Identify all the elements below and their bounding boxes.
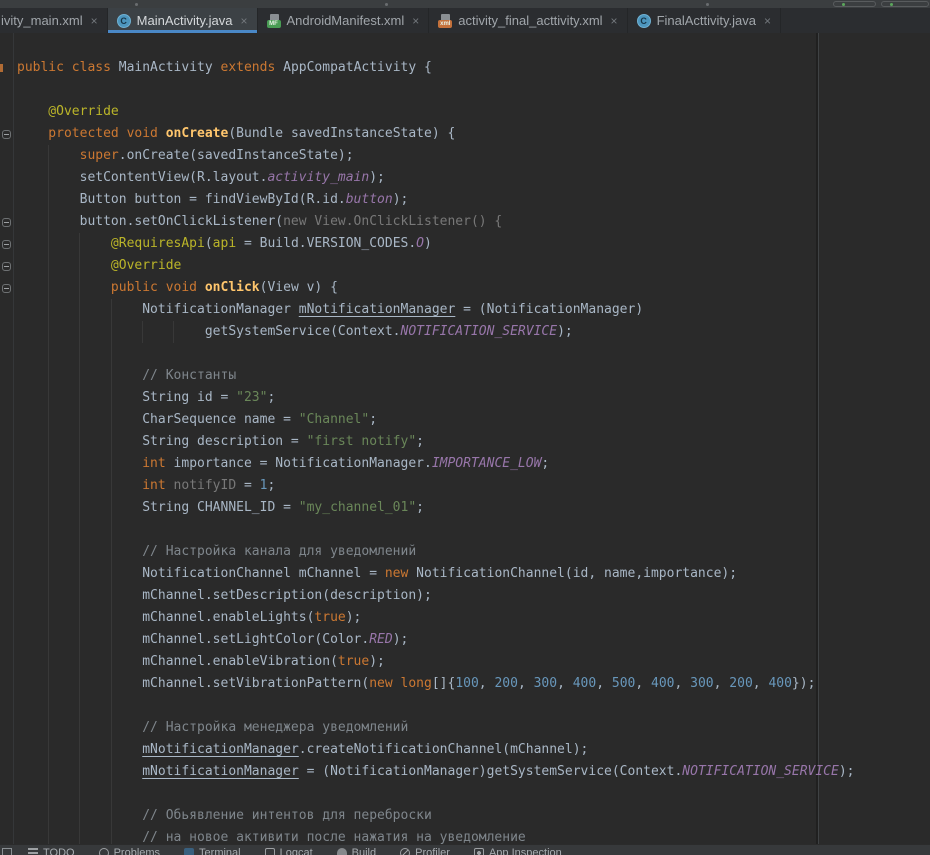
fold-marker[interactable] — [2, 130, 11, 139]
app-inspection-icon — [474, 848, 484, 855]
code-line: mChannel.enableVibration(true); — [17, 651, 930, 673]
fold-marker[interactable] — [2, 218, 11, 227]
code-line: public class MainActivity extends AppCom… — [17, 57, 930, 79]
tab-close-icon[interactable]: × — [412, 15, 419, 27]
tool-window-button-terminal[interactable]: Terminal — [184, 847, 241, 855]
code-line — [17, 79, 930, 101]
code-line: NotificationManager mNotificationManager… — [17, 299, 930, 321]
code-line: NotificationChannel mChannel = new Notif… — [17, 563, 930, 585]
tab-label: FinalActtivity.java — [657, 13, 756, 28]
editor-tab-FinalActtivity.java[interactable]: C FinalActtivity.java × — [628, 8, 781, 33]
tool-window-label: TODO — [43, 847, 75, 855]
layout-file-icon: xml — [438, 14, 452, 28]
code-line: super.onCreate(savedInstanceState); — [17, 145, 930, 167]
code-line: mNotificationManager = (NotificationMana… — [17, 761, 930, 783]
tab-close-icon[interactable]: × — [91, 15, 98, 27]
code-line: @Override — [17, 255, 930, 277]
code-line: mNotificationManager.createNotificationC… — [17, 739, 930, 761]
tab-label: activity_final_acttivity.xml — [458, 13, 602, 28]
code-line — [17, 519, 930, 541]
tool-window-label: Build — [352, 847, 376, 855]
problems-icon — [99, 848, 109, 855]
code-line: int notifyID = 1; — [17, 475, 930, 497]
tab-label: AndroidManifest.xml — [287, 13, 405, 28]
editor-tab-MainActivity.java[interactable]: C MainActivity.java × — [108, 8, 258, 33]
run-status-dot — [842, 3, 845, 6]
toolbar-dot — [385, 3, 388, 6]
code-line — [17, 695, 930, 717]
tab-close-icon[interactable]: × — [764, 15, 771, 27]
tool-window-stub-icon[interactable] — [2, 848, 12, 855]
code-line: button.setOnClickListener(new View.OnCli… — [17, 211, 930, 233]
code-line: int importance = NotificationManager.IMP… — [17, 453, 930, 475]
java-class-icon: C — [117, 14, 131, 28]
java-class-icon: C — [637, 14, 651, 28]
code-line: mChannel.setVibrationPattern(new long[]{… — [17, 673, 930, 695]
tab-bar: ivity_main.xml × C MainActivity.java × MF Andr… — [0, 8, 930, 33]
code-area[interactable]: public class MainActivity extends AppCom… — [14, 33, 930, 844]
tool-window-button-build[interactable]: Build — [337, 847, 376, 855]
tool-window-button-todo[interactable]: TODO — [28, 847, 75, 855]
tool-window-button-logcat[interactable]: Logcat — [265, 847, 313, 855]
bottom-tool-window-bar: TODO Problems Terminal Logcat Build Profiler A… — [0, 844, 930, 855]
build-icon — [337, 848, 347, 855]
tool-window-button-problems[interactable]: Problems — [99, 847, 160, 855]
toolbar-dot — [706, 3, 709, 6]
run-status-dot — [890, 3, 893, 6]
tab-close-icon[interactable]: × — [240, 15, 247, 27]
code-line: mChannel.enableLights(true); — [17, 607, 930, 629]
logcat-icon — [265, 848, 275, 855]
toolbar-dot — [135, 3, 138, 6]
toolbar-button-group[interactable] — [881, 1, 929, 7]
toolbar-button-group[interactable] — [833, 1, 876, 7]
code-line: String id = "23"; — [17, 387, 930, 409]
tool-window-label: Profiler — [415, 847, 450, 855]
fold-marker[interactable] — [2, 240, 11, 249]
fold-marker[interactable] — [2, 284, 11, 293]
code-line: // Константы — [17, 365, 930, 387]
tool-window-label: Logcat — [280, 847, 313, 855]
code-line: mChannel.setLightColor(Color.RED); — [17, 629, 930, 651]
code-line: // Настройка канала для уведомлений — [17, 541, 930, 563]
manifest-file-icon: MF — [267, 14, 281, 28]
tool-window-label: Terminal — [199, 847, 241, 855]
code-line: // на новое активити после нажатия на ув… — [17, 827, 930, 844]
code-line: // Настройка менеджера уведомлений — [17, 717, 930, 739]
editor-tab-AndroidManifest.xml[interactable]: MF AndroidManifest.xml × — [258, 8, 430, 33]
tab-label: MainActivity.java — [137, 13, 233, 28]
editor-tab-activity_final_acttivity.xml[interactable]: xml activity_final_acttivity.xml × — [429, 8, 627, 33]
code-line: getSystemService(Context.NOTIFICATION_SE… — [17, 321, 930, 343]
code-line: String CHANNEL_ID = "my_channel_01"; — [17, 497, 930, 519]
tool-window-button-app-inspection[interactable]: App Inspection — [474, 847, 562, 855]
code-line: String description = "first notify"; — [17, 431, 930, 453]
code-line: public void onClick(View v) { — [17, 277, 930, 299]
code-line: mChannel.setDescription(description); — [17, 585, 930, 607]
terminal-icon — [184, 848, 194, 855]
gutter-class-mark — [0, 64, 3, 72]
code-line: protected void onCreate(Bundle savedInst… — [17, 123, 930, 145]
profiler-icon — [400, 848, 410, 855]
code-line — [17, 783, 930, 805]
code-line: setContentView(R.layout.activity_main); — [17, 167, 930, 189]
code-line — [17, 343, 930, 365]
tab-label: ivity_main.xml — [1, 13, 83, 28]
code-line: Button button = findViewById(R.id.button… — [17, 189, 930, 211]
code-line: // Обьявление интентов для переброски — [17, 805, 930, 827]
code-line: CharSequence name = "Channel"; — [17, 409, 930, 431]
todo-icon — [28, 848, 38, 855]
tool-window-label: App Inspection — [489, 847, 562, 855]
fold-marker[interactable] — [2, 262, 11, 271]
code-line: @Override — [17, 101, 930, 123]
tool-window-label: Problems — [114, 847, 160, 855]
editor-tab-ivity_main.xml[interactable]: ivity_main.xml × — [0, 8, 108, 33]
code-editor[interactable]: public class MainActivity extends AppCom… — [0, 33, 930, 844]
tab-close-icon[interactable]: × — [611, 15, 618, 27]
code-line: @RequiresApi(api = Build.VERSION_CODES.O… — [17, 233, 930, 255]
tool-window-button-profiler[interactable]: Profiler — [400, 847, 450, 855]
